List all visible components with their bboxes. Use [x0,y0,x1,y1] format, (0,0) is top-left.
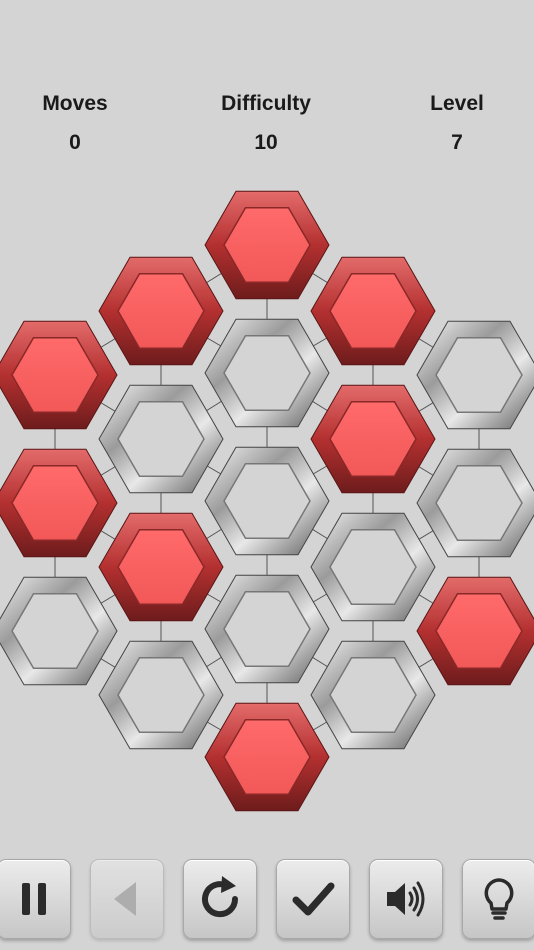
toolbar [0,856,534,950]
hex-cell-active-c2-r1[interactable] [98,256,224,366]
hint-button[interactable] [462,859,534,939]
hex-cell-active-c5-r3[interactable] [416,576,534,686]
sound-button[interactable] [369,859,443,939]
hex-cell-inactive-c2-r4[interactable] [98,640,224,750]
hex-cell-active-c4-r1[interactable] [310,256,436,366]
restart-button[interactable] [183,859,257,939]
hex-cell-inactive-c4-r3[interactable] [310,512,436,622]
back-arrow-icon [114,882,136,916]
hex-cell-active-c3-r5[interactable] [204,702,330,812]
checkmark-icon [292,882,335,916]
hex-cell-inactive-c5-r2[interactable] [416,448,534,558]
hex-cell-active-c3-r1[interactable] [204,190,330,300]
hex-cell-inactive-c3-r2[interactable] [204,318,330,428]
hex-cell-active-c2-r3[interactable] [98,512,224,622]
pause-icon [22,883,46,915]
restart-icon [202,876,239,918]
lightbulb-icon [484,878,514,920]
hex-cell-inactive-c2-r2[interactable] [98,384,224,494]
hex-cell-inactive-c5-r1[interactable] [416,320,534,430]
hex-cell-inactive-c1-r3[interactable] [0,576,118,686]
pause-button[interactable] [0,859,71,939]
back-button[interactable] [90,859,164,939]
speaker-icon [387,881,425,917]
hex-cell-inactive-c3-r4[interactable] [204,574,330,684]
hex-board [0,190,534,812]
hex-cell-inactive-c4-r4[interactable] [310,640,436,750]
check-button[interactable] [276,859,350,939]
hex-cell-active-c1-r1[interactable] [0,320,118,430]
hex-cell-active-c1-r2[interactable] [0,448,118,558]
hex-cell-inactive-c3-r3[interactable] [204,446,330,556]
hex-cell-active-c4-r2[interactable] [310,384,436,494]
